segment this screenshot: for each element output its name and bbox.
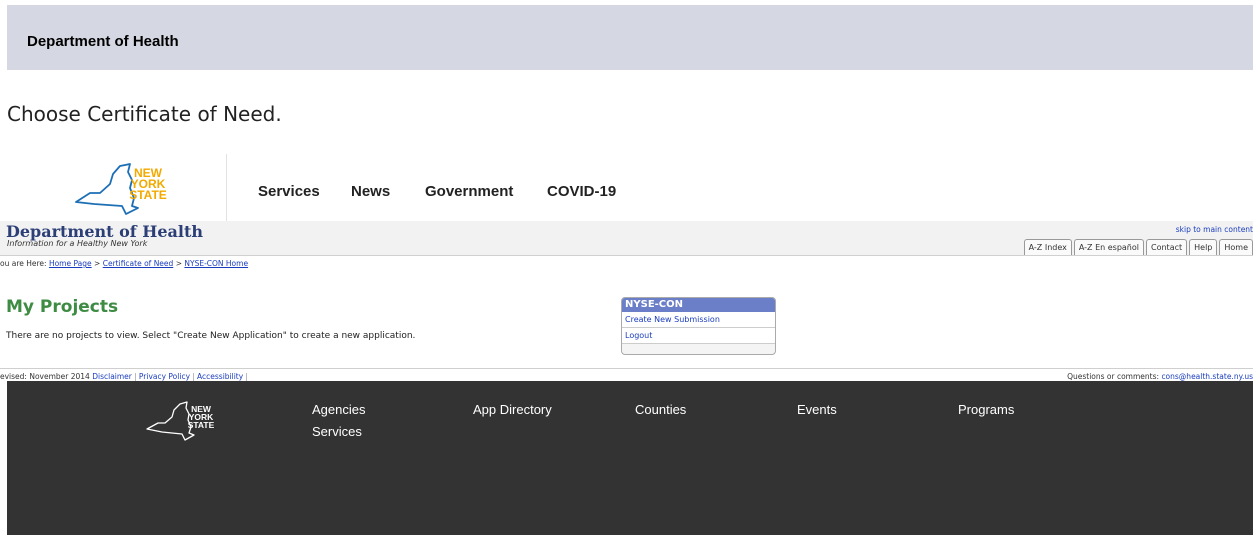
disclaimer-link[interactable]: Disclaimer: [92, 372, 132, 381]
nav-covid-19[interactable]: COVID-19: [547, 183, 616, 200]
footer-link-app-directory[interactable]: App Directory: [473, 402, 552, 417]
top-nav-divider: [226, 154, 227, 221]
tab-help[interactable]: Help: [1189, 239, 1218, 255]
doh-banner-subtitle: Information for a Healthy New York: [7, 239, 148, 248]
footer-contact: Questions or comments: cons@health.state…: [1067, 372, 1253, 381]
breadcrumb-prefix: ou are Here:: [0, 259, 47, 268]
breadcrumb-home-page[interactable]: Home Page: [49, 259, 92, 268]
tab-a-z-index[interactable]: A-Z Index: [1023, 239, 1072, 255]
tab-a-z-en-espanol[interactable]: A-Z En español: [1073, 239, 1144, 255]
footer-link-services[interactable]: Services: [312, 424, 362, 439]
privacy-policy-link[interactable]: Privacy Policy: [139, 372, 190, 381]
utility-tabs: A-Z Index A-Z En español Contact Help Ho…: [1023, 239, 1253, 255]
tab-contact[interactable]: Contact: [1146, 239, 1188, 255]
footer-link-events[interactable]: Events: [797, 402, 837, 417]
footer-divider: [0, 368, 1253, 369]
nav-government[interactable]: Government: [425, 183, 513, 200]
breadcrumb-nysecon-home[interactable]: NYSE-CON Home: [184, 259, 248, 268]
tab-home[interactable]: Home: [1219, 239, 1253, 255]
revised-date: evised: November 2014: [0, 372, 90, 381]
nysecon-menu-title: NYSE-CON: [622, 298, 775, 312]
breadcrumb-separator: >: [175, 259, 182, 268]
breadcrumb: ou are Here: Home Page > Certificate of …: [0, 259, 248, 268]
breadcrumb-separator: >: [94, 259, 101, 268]
accessibility-link[interactable]: Accessibility: [197, 372, 243, 381]
logo-line-state: STATE: [129, 188, 167, 202]
footer-link-agencies[interactable]: Agencies: [312, 402, 365, 417]
document-header-title: Department of Health: [27, 33, 179, 50]
page-title: My Projects: [6, 297, 119, 317]
logout-link[interactable]: Logout: [622, 328, 775, 344]
footer-link-programs[interactable]: Programs: [958, 402, 1014, 417]
footer-logo-line-state: STATE: [188, 420, 215, 430]
nav-services[interactable]: Services: [258, 183, 320, 200]
instruction-text: Choose Certificate of Need.: [7, 102, 282, 126]
skip-to-main-link[interactable]: skip to main content: [1176, 225, 1253, 234]
nav-news[interactable]: News: [351, 183, 390, 200]
questions-label: Questions or comments:: [1067, 372, 1160, 381]
ny-state-logo[interactable]: NEW YORK STATE: [66, 160, 186, 216]
footer-link-counties[interactable]: Counties: [635, 402, 686, 417]
footer-ny-state-logo[interactable]: NEW YORK STATE: [143, 399, 243, 441]
empty-projects-message: There are no projects to view. Select "C…: [6, 331, 416, 341]
breadcrumb-certificate-of-need[interactable]: Certificate of Need: [103, 259, 174, 268]
contact-email-link[interactable]: cons@health.state.ny.us: [1161, 372, 1253, 381]
document-header: [7, 5, 1253, 70]
create-new-submission-link[interactable]: Create New Submission: [622, 312, 775, 328]
nysecon-menu: NYSE-CON Create New Submission Logout: [621, 297, 776, 355]
